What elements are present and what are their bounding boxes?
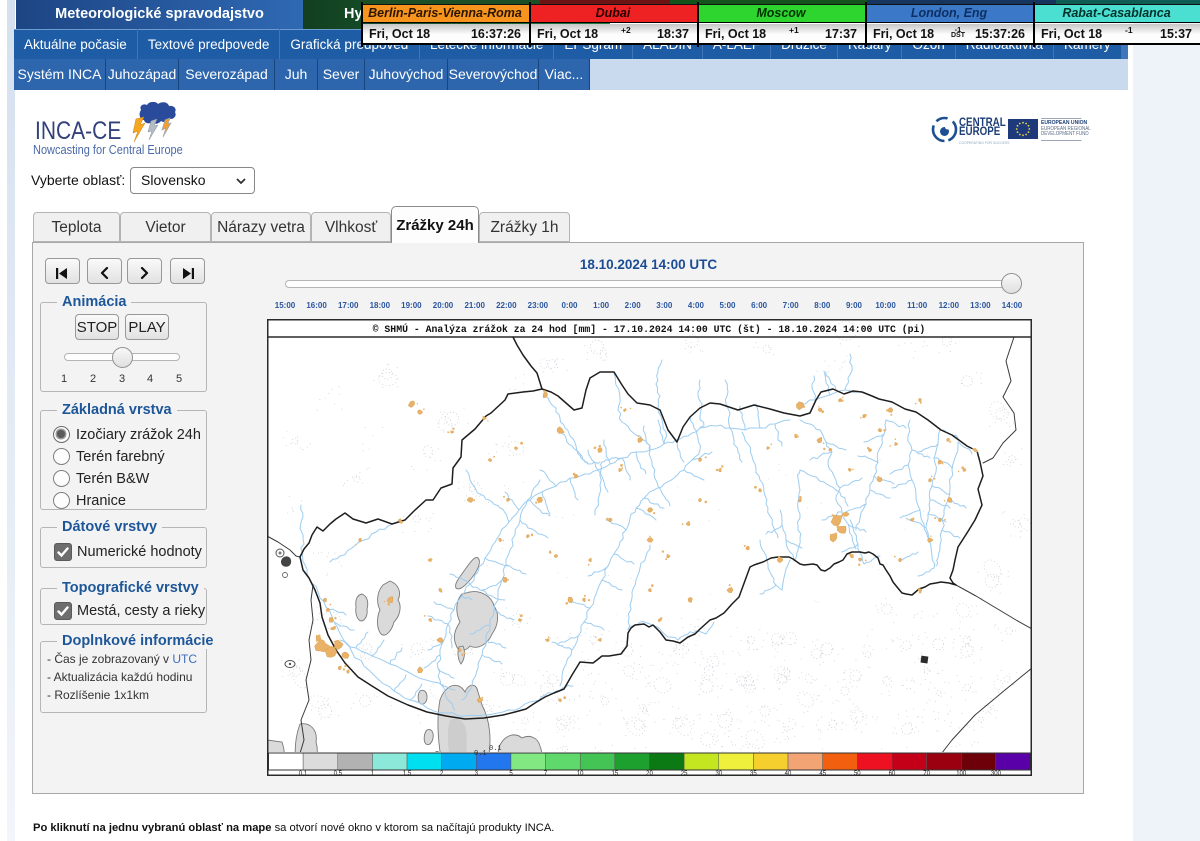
svg-text:© SHMÚ - Analýza zrážok za 24: © SHMÚ - Analýza zrážok za 24 hod [mm] -… bbox=[373, 324, 926, 335]
svg-text:0.1: 0.1 bbox=[489, 745, 502, 753]
svg-text:0.1: 0.1 bbox=[474, 750, 487, 758]
